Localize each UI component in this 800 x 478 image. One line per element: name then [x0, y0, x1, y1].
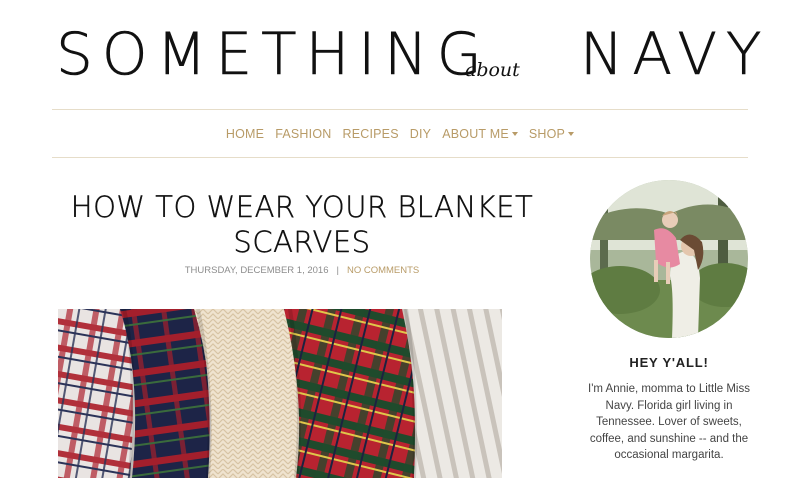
nav-item-label: RECIPES [342, 127, 399, 141]
nav-item-home[interactable]: HOME [226, 127, 264, 141]
logo-word-navy: NAVY [580, 20, 770, 88]
nav-item-shop[interactable]: SHOP [528, 127, 575, 141]
caret-down-icon [511, 132, 518, 136]
nav-item-label: SHOP [528, 127, 566, 141]
nav-item-label: FASHION [275, 127, 332, 141]
post-title[interactable]: HOW TO WEAR YOUR BLANKET SCARVES [52, 190, 552, 260]
author-avatar[interactable] [590, 180, 748, 338]
post-date: THURSDAY, DECEMBER 1, 2016 [184, 265, 329, 276]
logo-word-something: SOMETHING [56, 20, 491, 88]
meta-separator: | [336, 265, 339, 276]
caret-down-icon [568, 132, 575, 136]
logo-graphic: SOMETHING about NAVY [56, 20, 770, 89]
sidebar-heading: HEY Y'ALL! [629, 355, 709, 370]
nav-bottom-divider [52, 157, 748, 158]
main-nav: HOME FASHION RECIPES DIY ABOUT ME SHOP [52, 123, 748, 145]
sidebar-bio: I'm Annie, momma to Little Miss Navy. Fl… [588, 383, 750, 461]
post-meta: THURSDAY, DECEMBER 1, 2016 | NO COMMENTS [52, 265, 552, 276]
nav-item-about-me[interactable]: ABOUT ME [442, 127, 518, 141]
nav-item-fashion[interactable]: FASHION [275, 127, 331, 141]
nav-item-label: ABOUT ME [442, 127, 509, 141]
nav-top-divider [52, 109, 748, 110]
nav-item-label: HOME [225, 127, 265, 141]
nav-item-recipes[interactable]: RECIPES [342, 127, 398, 141]
post-hero-image[interactable] [58, 309, 502, 478]
nav-item-diy[interactable]: DIY [410, 127, 431, 141]
blanket-scarves-photo [58, 309, 502, 478]
comments-link[interactable]: NO COMMENTS [347, 265, 419, 276]
logo-word-about: about [465, 59, 520, 81]
site-logo[interactable]: SOMETHING about NAVY [0, 0, 800, 108]
author-photo [590, 180, 748, 338]
nav-item-label: DIY [409, 127, 432, 141]
